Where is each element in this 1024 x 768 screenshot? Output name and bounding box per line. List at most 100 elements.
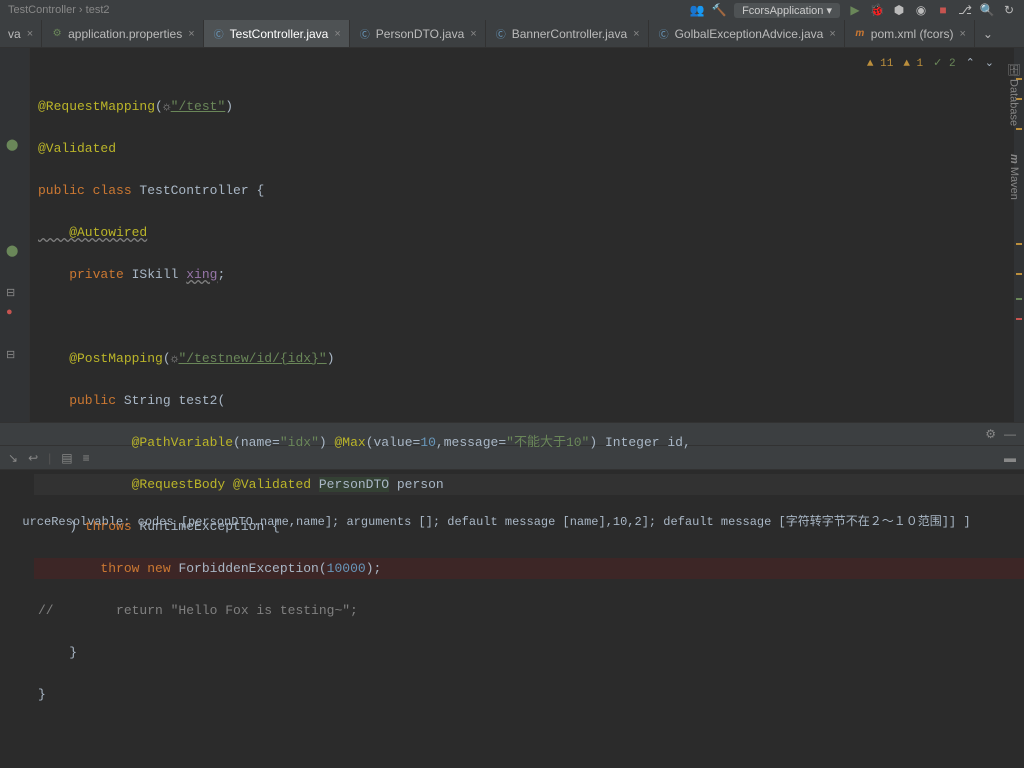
t: TestController: [139, 183, 256, 198]
chevron-down-icon[interactable]: ⌄: [985, 54, 994, 75]
t: ;: [217, 267, 225, 282]
t: @RequestMapping: [38, 99, 155, 114]
t: ,: [683, 435, 691, 450]
t: PersonDTO: [319, 477, 389, 492]
close-icon[interactable]: ×: [27, 28, 33, 40]
coverage-icon[interactable]: ⬢: [892, 3, 906, 17]
sync-icon[interactable]: ↻: [1002, 3, 1016, 17]
t: ): [327, 351, 335, 366]
warning-indicator[interactable]: ▲ 11: [867, 54, 893, 75]
top-toolbar: 👥 🔨 FcorsApplication ▾ ▶ 🐞 ⬢ ◉ ■ ⎇ 🔍 ↻: [690, 3, 1016, 18]
maven-icon: m: [1008, 154, 1020, 164]
run-icon[interactable]: ▶: [848, 3, 862, 17]
search-icon[interactable]: 🔍: [980, 3, 994, 17]
breadcrumb-part1: TestController: [8, 4, 76, 16]
info-marker[interactable]: [1016, 298, 1022, 300]
t: 10000: [327, 561, 366, 576]
t: id: [667, 435, 683, 450]
t: [34, 306, 1024, 327]
hammer-icon[interactable]: 🔨: [712, 3, 726, 17]
t: throws: [85, 519, 140, 534]
class-icon: Ⓒ: [657, 27, 671, 41]
breakpoint-icon[interactable]: ●: [6, 306, 22, 322]
chevron-down-icon: ⌄: [983, 27, 993, 41]
scroll-to-end-icon[interactable]: ↘: [8, 451, 18, 465]
close-icon[interactable]: ×: [633, 28, 639, 40]
t: ): [38, 519, 85, 534]
typo-indicator[interactable]: ✓ 2: [933, 54, 955, 75]
t: public class: [38, 183, 139, 198]
error-marker[interactable]: [1016, 318, 1022, 320]
git-icon[interactable]: ⎇: [958, 3, 972, 17]
t: ISkill: [132, 267, 187, 282]
tab-persondto[interactable]: Ⓒ PersonDTO.java ×: [350, 20, 486, 47]
spring-bean-icon[interactable]: ⬤: [6, 244, 22, 260]
t: {: [256, 183, 264, 198]
tab-testcontroller[interactable]: Ⓒ TestController.java ×: [204, 20, 350, 47]
tabs-overflow[interactable]: ⌄: [975, 20, 1001, 47]
tab-pom[interactable]: m pom.xml (fcors) ×: [845, 20, 975, 47]
t: "idx": [280, 435, 319, 450]
debug-icon[interactable]: 🐞: [870, 3, 884, 17]
stop-icon[interactable]: ■: [936, 3, 950, 17]
tab-label: PersonDTO.java: [376, 27, 464, 41]
warning-marker[interactable]: [1016, 273, 1022, 275]
t: }: [34, 684, 1024, 705]
editor[interactable]: ⬤ ⬤ ⊟ ● ⊟ ▲ 11 ▲ 1 ✓ 2 ⌃ ⌄ @RequestMappi…: [0, 48, 1024, 422]
t: (: [217, 393, 225, 408]
run-config-label: FcorsApplication: [742, 5, 823, 17]
profile-icon[interactable]: ◉: [914, 3, 928, 17]
database-icon: 🗄: [1008, 62, 1020, 76]
code-content[interactable]: ▲ 11 ▲ 1 ✓ 2 ⌃ ⌄ @RequestMapping(☼"/test…: [30, 48, 1024, 422]
database-tab[interactable]: 🗄 Database: [1006, 58, 1023, 130]
class-icon: Ⓒ: [494, 27, 508, 41]
users-icon[interactable]: 👥: [690, 3, 704, 17]
close-icon[interactable]: ×: [470, 28, 476, 40]
right-tool-tabs: 🗄 Database m Maven: [1004, 48, 1024, 204]
tab-label: application.properties: [68, 27, 182, 41]
close-icon[interactable]: ×: [188, 28, 194, 40]
tab-label: pom.xml (fcors): [871, 27, 954, 41]
maven-icon: m: [853, 27, 867, 41]
fold-icon[interactable]: ⊟: [6, 348, 22, 364]
t: ) Integer: [589, 435, 667, 450]
tab-globalexception[interactable]: Ⓒ GolbalExceptionAdvice.java ×: [649, 20, 845, 47]
warning-marker[interactable]: [1016, 243, 1022, 245]
close-icon[interactable]: ×: [959, 28, 965, 40]
t: (: [163, 351, 171, 366]
maven-tab[interactable]: m Maven: [1006, 150, 1022, 204]
t: xing: [186, 267, 217, 282]
tab-label: Maven: [1008, 167, 1020, 200]
close-icon[interactable]: ×: [829, 28, 835, 40]
spring-bean-icon[interactable]: ⬤: [6, 138, 22, 154]
t: (: [155, 99, 163, 114]
problem-indicators[interactable]: ▲ 11 ▲ 1 ✓ 2 ⌃ ⌄: [867, 54, 994, 75]
editor-tabs: va × ⚙ application.properties × Ⓒ TestCo…: [0, 20, 1024, 48]
error-indicator[interactable]: ▲ 1: [903, 54, 923, 75]
t: test2: [178, 393, 217, 408]
t: @RequestBody @Validated: [38, 477, 319, 492]
t: @PathVariable: [38, 435, 233, 450]
fold-icon[interactable]: ⊟: [6, 286, 22, 302]
gutter[interactable]: ⬤ ⬤ ⊟ ● ⊟: [0, 48, 30, 422]
top-bar: TestController › test2 👥 🔨 FcorsApplicat…: [0, 0, 1024, 20]
t: String: [124, 393, 179, 408]
t: "/test": [171, 99, 226, 114]
t: (value=: [366, 435, 421, 450]
close-icon[interactable]: ×: [334, 28, 340, 40]
tab-va[interactable]: va ×: [0, 20, 42, 47]
t: ,message=: [436, 435, 506, 450]
breadcrumb[interactable]: TestController › test2: [8, 4, 690, 16]
tab-label: Database: [1008, 79, 1020, 126]
class-icon: Ⓒ: [358, 27, 372, 41]
t: (name=: [233, 435, 280, 450]
t: @Autowired: [38, 225, 147, 240]
t: ForbiddenException(: [178, 561, 326, 576]
tab-bannercontroller[interactable]: Ⓒ BannerController.java ×: [486, 20, 649, 47]
chevron-up-icon[interactable]: ⌃: [966, 54, 975, 75]
t: throw new: [38, 561, 178, 576]
t: "不能大于10": [506, 435, 589, 450]
run-config-selector[interactable]: FcorsApplication ▾: [734, 3, 840, 18]
t: {: [272, 519, 280, 534]
tab-application-properties[interactable]: ⚙ application.properties ×: [42, 20, 204, 47]
